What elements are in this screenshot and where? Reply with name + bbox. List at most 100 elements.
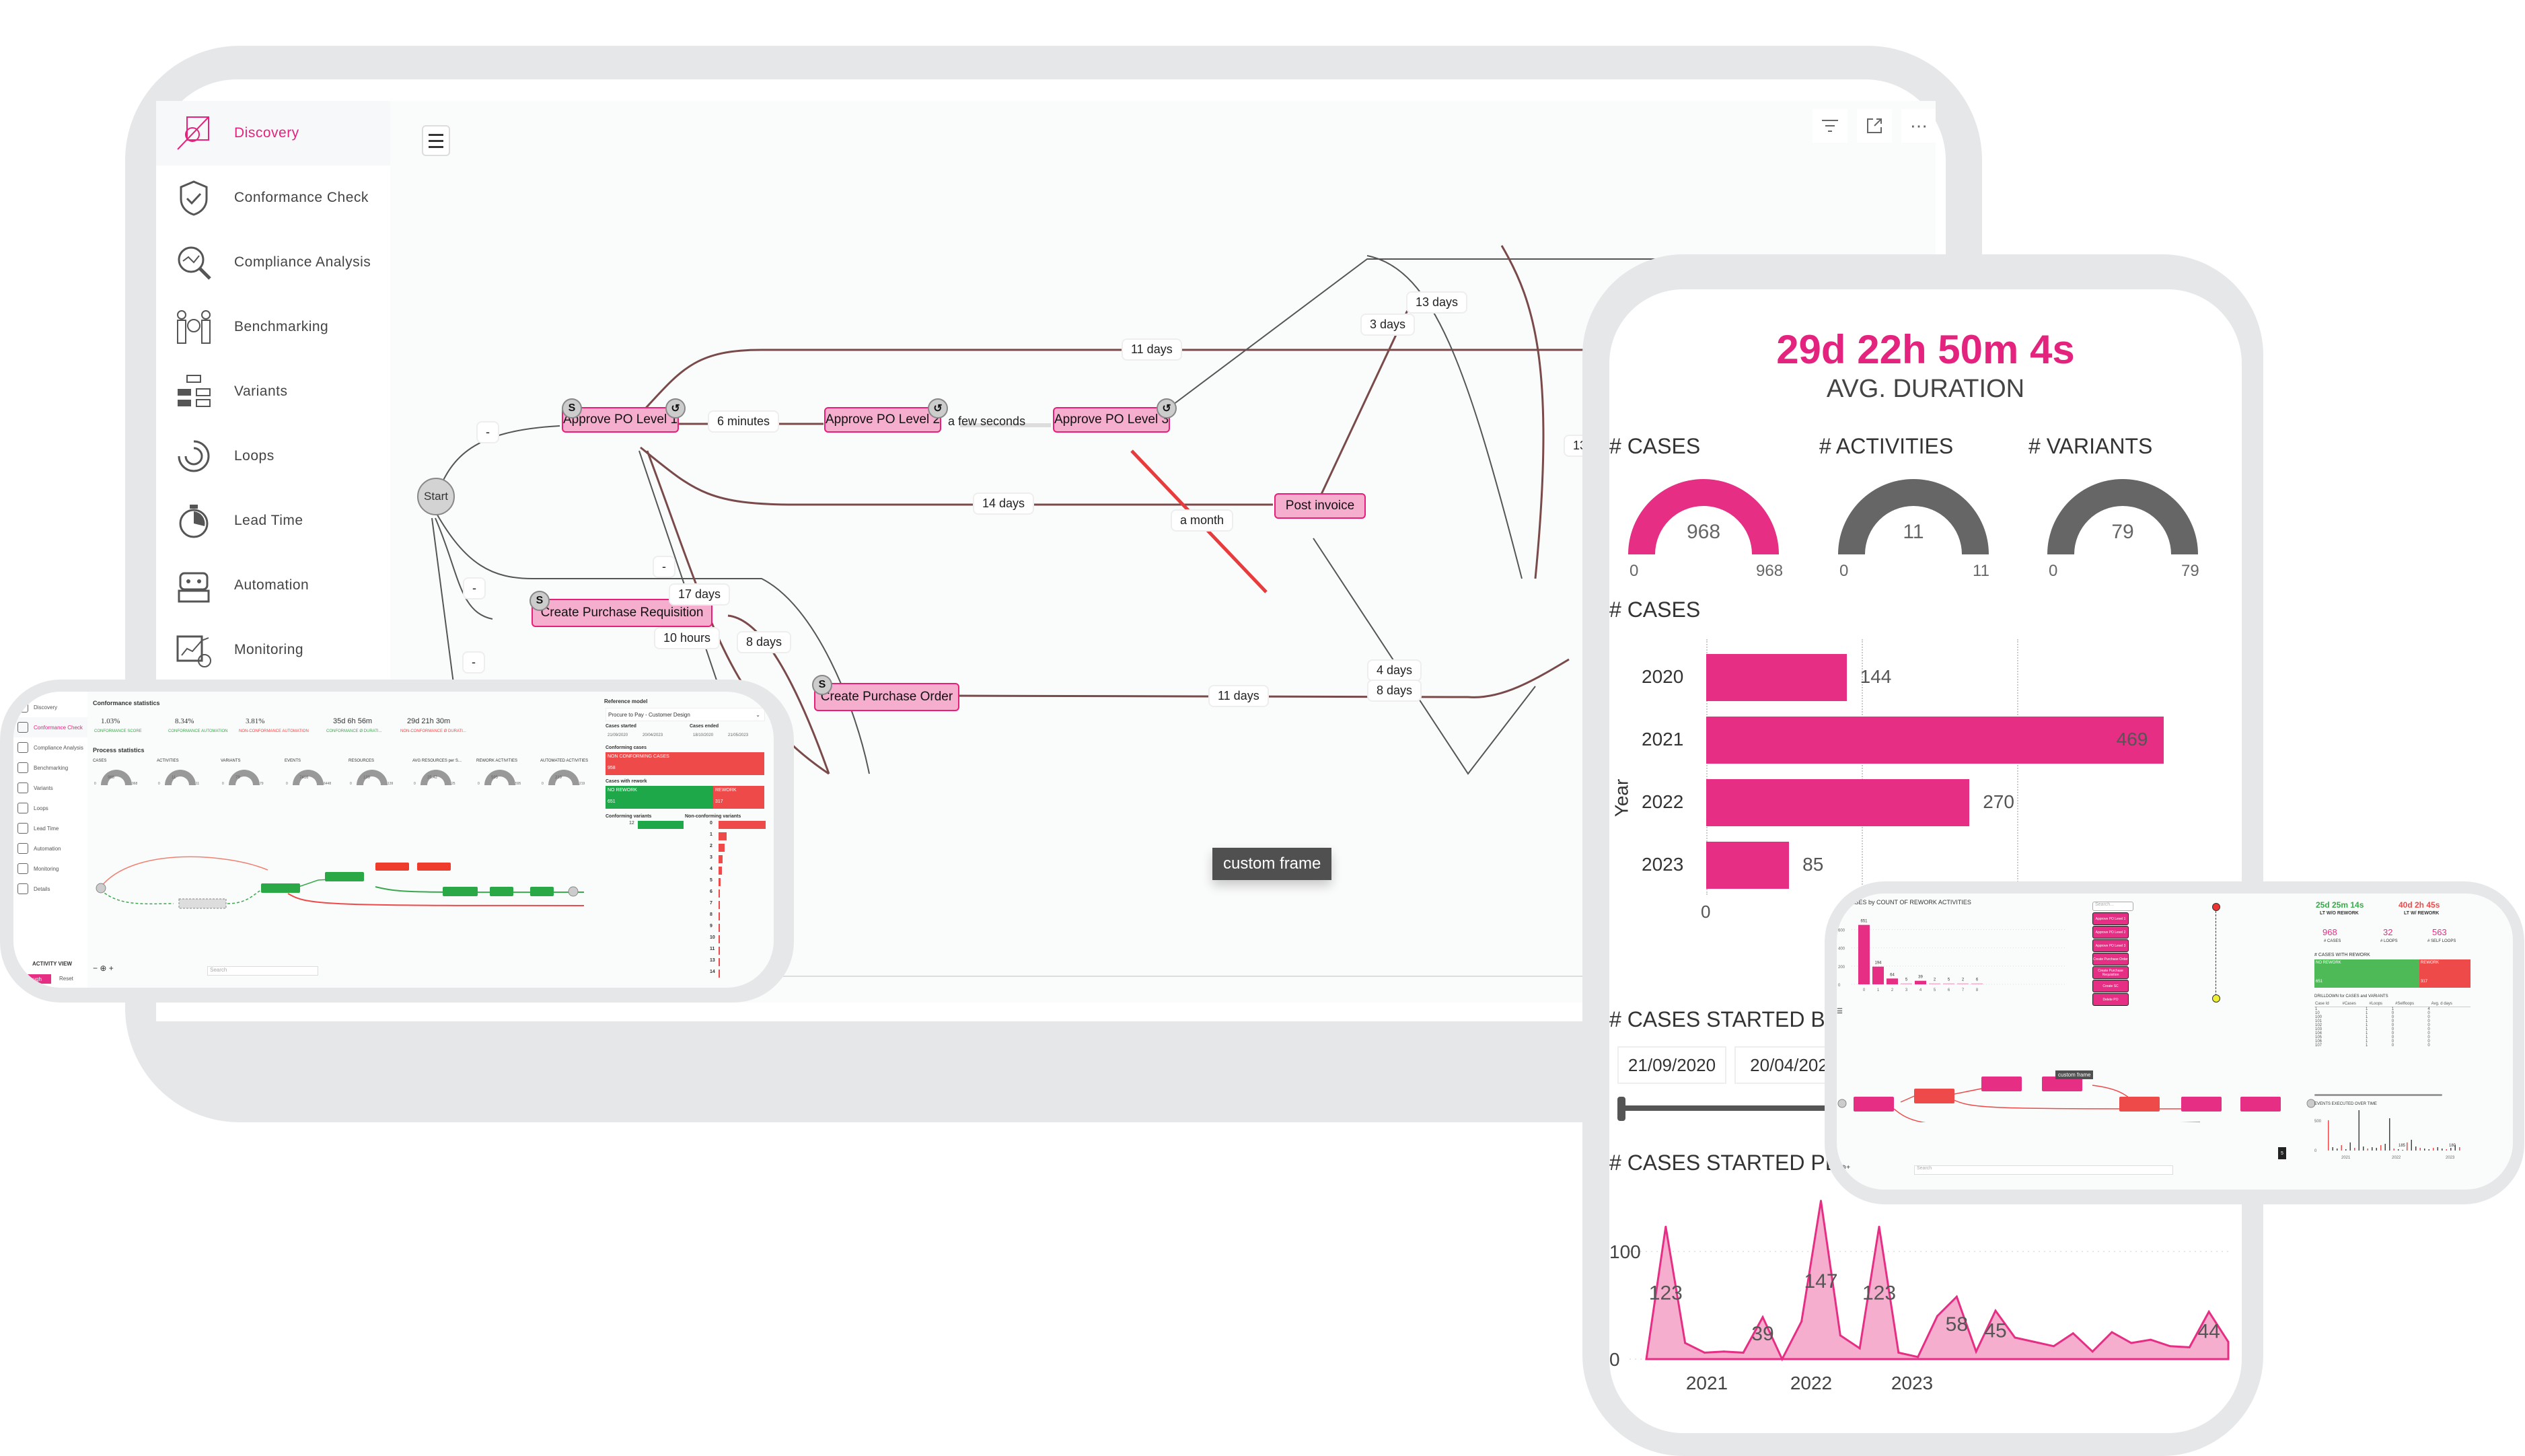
variant-id: 4	[710, 867, 712, 871]
custom-frame-tooltip: custom frame	[2055, 1070, 2094, 1079]
variant-bar[interactable]	[719, 821, 766, 829]
activity-view-toggle[interactable]: ACTIVITY VIEW	[32, 961, 72, 967]
column-header[interactable]: #Selfloops	[2394, 1001, 2431, 1007]
stat-value: 29d 21h 30m	[407, 717, 451, 725]
sidebar-item[interactable]: Loops	[13, 798, 87, 818]
sidebar-item[interactable]: Monitoring	[13, 859, 87, 879]
sidebar-item-icon	[17, 762, 28, 773]
reset-button[interactable]: Reset	[59, 976, 73, 982]
variant-bar[interactable]	[719, 935, 720, 943]
gauge	[484, 770, 515, 785]
conforming-variant-bar[interactable]	[638, 821, 684, 829]
date-input[interactable]: 21/09/2020	[608, 733, 628, 737]
variant-bar[interactable]	[719, 878, 721, 886]
conformance-app: Discovery Conformance Check Compliance Ana…	[13, 692, 774, 988]
sidebar-item[interactable]: Benchmarking	[13, 758, 87, 778]
date-input[interactable]: 20/04/2023	[643, 733, 663, 737]
gauge-max: 219	[579, 782, 585, 786]
sidebar-item-icon	[17, 722, 28, 733]
bar[interactable]	[1706, 717, 2164, 764]
date-range-slider-track[interactable]	[1621, 1105, 1857, 1111]
event-bar	[2328, 1120, 2329, 1151]
gauge-value: 79	[235, 776, 240, 780]
table-horizontal-scrollbar[interactable]	[2314, 1094, 2442, 1096]
activity-filter-item[interactable]: Delete PO	[2092, 993, 2129, 1006]
bar[interactable]	[1706, 779, 1970, 826]
variant-bar[interactable]	[719, 912, 720, 920]
column-header[interactable]: #Cases	[2341, 1001, 2369, 1007]
no-rework-bar[interactable]: NO REWORK 651	[2314, 959, 2419, 988]
activity-filter-item[interactable]: Approve PO Level 3	[2092, 939, 2129, 952]
slider-close-icon[interactable]	[2212, 903, 2220, 911]
menu-button[interactable]: ☰	[1837, 1008, 1843, 1015]
sidebar-item[interactable]: Details	[13, 879, 87, 899]
node-create-purchase-order[interactable]: Create Purchase Order	[814, 683, 959, 711]
activity-filter-item[interactable]: Create Purchase Requisition	[2092, 966, 2129, 979]
activity-filter-item[interactable]: Create SC	[2092, 980, 2129, 992]
bar-value-label: 5	[1905, 978, 1908, 982]
sidebar-item[interactable]: Compliance Analysis	[13, 737, 87, 758]
variant-bar[interactable]	[719, 832, 727, 840]
zoom-controls[interactable]: − ⊕ +	[93, 963, 114, 973]
variant-bar[interactable]	[719, 889, 720, 898]
lt-without-rework-label: LT W/O REWORK	[2320, 911, 2359, 916]
edge-label: 17 days	[669, 583, 731, 606]
start-node[interactable]: Start	[417, 478, 455, 515]
gauge-arc	[229, 770, 260, 785]
activity-search-input[interactable]: Search...	[2092, 902, 2133, 911]
activity-filter-item[interactable]: Create Purchase Order	[2092, 953, 2129, 966]
variant-bar[interactable]	[719, 970, 720, 978]
rework-bar[interactable]: REWORK 317	[2419, 959, 2471, 988]
date-input[interactable]: 21/05/2023	[728, 733, 748, 737]
variant-bar[interactable]	[719, 855, 723, 863]
sidebar-item[interactable]: Variants	[13, 778, 87, 798]
column-header[interactable]: Avg. d days	[2430, 1001, 2471, 1007]
sidebar-item[interactable]: Conformance Check	[13, 717, 87, 737]
variant-bar[interactable]	[719, 924, 720, 932]
non-conforming-cases-bar[interactable]: NON CONFORMING CASES 958	[606, 752, 764, 775]
node-post-invoice[interactable]: Post invoice	[1274, 493, 1366, 519]
edge-start-cpr	[435, 517, 493, 620]
reference-model-select[interactable]: Procure to Pay - Customer Design ⌄	[606, 708, 765, 721]
column-header[interactable]: #Loops	[2368, 1001, 2395, 1007]
map-search-input[interactable]: Search	[1914, 1165, 2173, 1175]
variant-bar[interactable]	[719, 947, 720, 955]
sidebar-item[interactable]: Discovery	[13, 697, 87, 717]
column-header[interactable]: Case Id	[2314, 1001, 2342, 1007]
cases-started-per-title: # CASES STARTED PER	[1609, 1151, 1856, 1175]
date-from-input[interactable]: 21/09/2020	[1617, 1046, 1726, 1084]
map-search-input[interactable]: Search	[207, 966, 318, 976]
variant-bar[interactable]	[719, 867, 722, 875]
table-row[interactable]: 107 1 0 0	[2314, 1044, 2471, 1048]
sidebar-item[interactable]: Lead Time	[13, 818, 87, 838]
walkthrough-button[interactable]: ough	[20, 974, 51, 984]
node-approve-po-level-3[interactable]: Approve PO Level 3	[1053, 407, 1170, 433]
self-loops-label: # SELF LOOPS	[2427, 939, 2456, 943]
variant-id: 10	[710, 935, 715, 940]
bar[interactable]	[1706, 842, 1790, 889]
gauge-title: REWORK ACTIVITIES	[476, 759, 518, 763]
variant-id: 2	[710, 844, 712, 848]
zoom-slider-value[interactable]: 5	[2278, 1147, 2286, 1159]
data-point	[2091, 1350, 2094, 1353]
slider-minus-icon[interactable]	[2212, 994, 2220, 1003]
date-range-slider-handle[interactable]	[1617, 1097, 1625, 1121]
node-approve-po-level-2[interactable]: Approve PO Level 2	[824, 407, 941, 433]
data-label: 58	[1946, 1313, 1968, 1336]
activity-filter-item[interactable]: Approve PO Level 1	[2092, 912, 2129, 925]
bar[interactable]	[1706, 654, 1847, 701]
no-rework-bar[interactable]: NO REWORK 651	[606, 786, 713, 809]
gauge-min: 0	[1630, 562, 1639, 580]
sidebar-item-icon	[17, 823, 28, 834]
date-input[interactable]: 18/10/2020	[693, 733, 713, 737]
conformance-process-map	[96, 856, 584, 909]
y-tick-label: 100	[1609, 1241, 1641, 1262]
variant-bar[interactable]	[719, 901, 720, 909]
gauge-min: 0	[350, 782, 352, 786]
zoom-controls[interactable]: −⊕+	[1837, 1164, 1850, 1171]
sidebar-item[interactable]: Automation	[13, 838, 87, 859]
rework-bar[interactable]: REWORK 317	[713, 786, 764, 809]
activity-filter-item[interactable]: Approve PO Level 2	[2092, 926, 2129, 939]
variant-bar[interactable]	[719, 958, 720, 966]
variant-bar[interactable]	[719, 844, 725, 852]
